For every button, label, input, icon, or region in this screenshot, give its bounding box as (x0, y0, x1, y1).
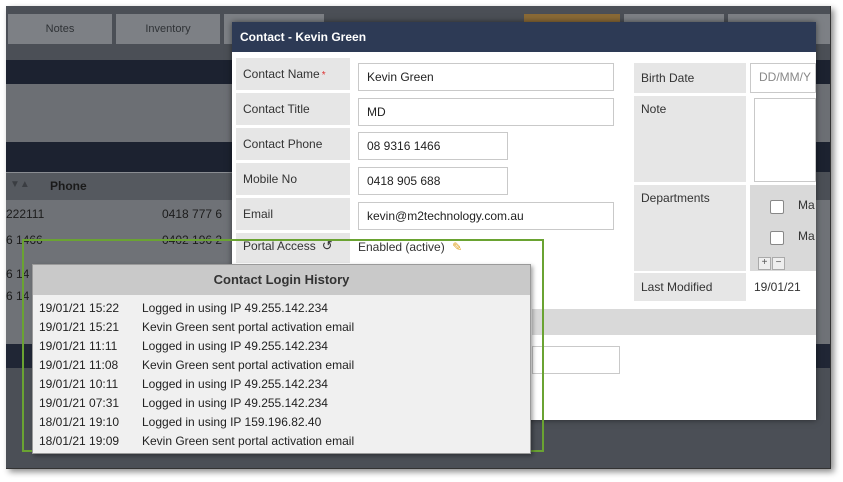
department-name: Ma (798, 229, 815, 243)
email-label: Email (236, 198, 350, 230)
dialog-title: Contact - Kevin Green (232, 22, 816, 52)
phone-header-label: Phone (50, 179, 87, 193)
contact-title-input[interactable]: MD (358, 98, 614, 126)
tab-inventory[interactable]: Inventory (116, 14, 220, 44)
birth-date-label: Birth Date (634, 63, 746, 93)
note-label: Note (634, 96, 746, 182)
note-textarea[interactable] (754, 98, 816, 182)
remove-department-button[interactable]: − (772, 257, 785, 270)
table-cell: 0402 196 2 (162, 233, 223, 247)
required-icon: * (321, 70, 326, 81)
contact-phone-input[interactable]: 08 9316 1466 (358, 132, 508, 160)
contact-title-label: Contact Title (236, 93, 350, 125)
department-name: Ma (798, 198, 815, 212)
login-history-popup: Contact Login History 19/01/21 15:22 Logg… (32, 264, 531, 454)
department-checkbox[interactable] (770, 231, 784, 245)
email-input[interactable]: kevin@m2technology.com.au (358, 202, 614, 230)
birth-date-input[interactable]: DD/MM/Y (750, 63, 816, 93)
tab-notes[interactable]: Notes (8, 14, 112, 44)
history-icon[interactable]: ↺ (322, 238, 333, 253)
table-row[interactable]: 222111 0418 777 6 (6, 202, 236, 226)
phone-column-header[interactable]: ▼▲ Phone (6, 172, 236, 201)
departments-label: Departments (634, 185, 746, 271)
contact-name-label: Contact Name * (236, 58, 350, 90)
popup-title: Contact Login History (33, 265, 530, 295)
sort-icon[interactable]: ▼▲ (10, 179, 30, 190)
add-department-button[interactable]: + (758, 257, 771, 270)
portal-access-label: Portal Access ↺ (236, 233, 350, 263)
section-divider (532, 309, 816, 335)
last-modified-value: 19/01/21 (754, 280, 801, 294)
screenshot-frame: Notes Inventory ▼▲ Phone 222111 0418 777… (6, 6, 831, 469)
contact-phone-label: Contact Phone (236, 128, 350, 160)
lower-input[interactable] (532, 346, 620, 374)
table-cell: 6 1466 (6, 233, 43, 247)
mobile-no-label: Mobile No (236, 163, 350, 195)
last-modified-label: Last Modified (634, 273, 746, 301)
table-row[interactable]: 6 1466 0402 196 2 (6, 228, 236, 252)
table-cell: 6 14 (6, 289, 30, 303)
portal-access-status: Enabled (active) ✎ (358, 240, 463, 254)
mobile-no-input[interactable]: 0418 905 688 (358, 167, 508, 195)
table-cell: 0418 777 6 (162, 207, 223, 221)
table-cell: 222111 (6, 207, 45, 221)
department-checkbox[interactable] (770, 200, 784, 214)
contact-name-input[interactable]: Kevin Green (358, 63, 614, 91)
edit-pencil-icon[interactable]: ✎ (452, 240, 462, 254)
table-cell: 6 14 (6, 267, 30, 281)
